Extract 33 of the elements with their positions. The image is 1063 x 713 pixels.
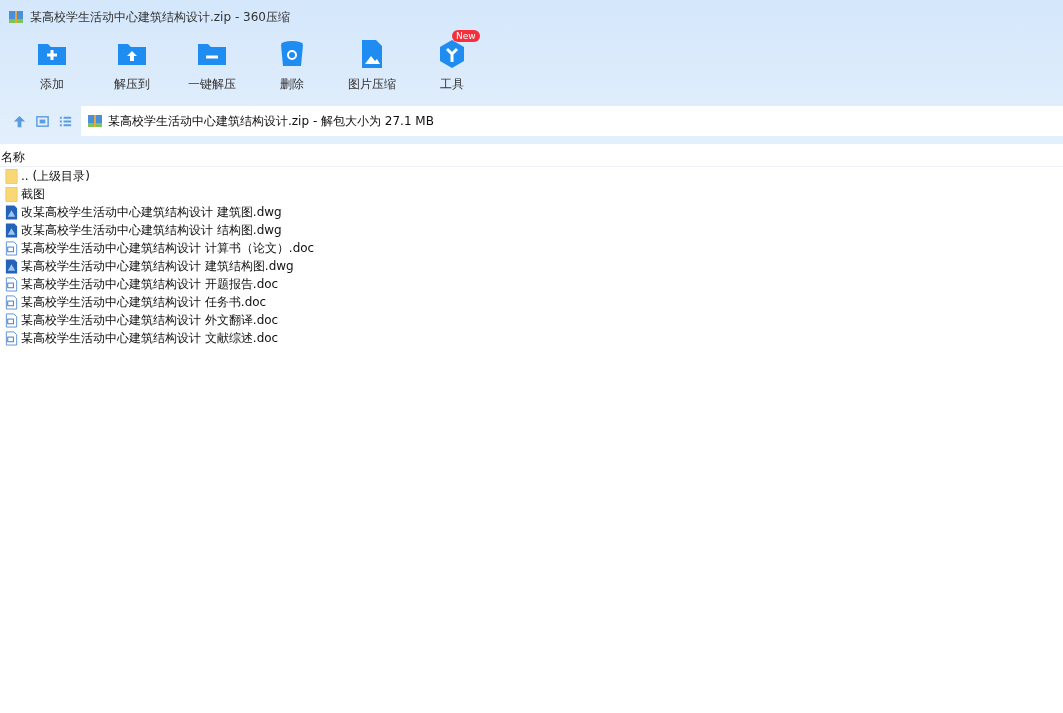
document-file-icon xyxy=(4,330,19,346)
address-field[interactable]: 某高校学生活动中心建筑结构设计.zip - 解包大小为 27.1 MB xyxy=(81,106,1063,136)
window-title: 某高校学生活动中心建筑结构设计.zip - 360压缩 xyxy=(30,8,290,26)
folder-icon xyxy=(4,186,19,202)
toolbar-button[interactable]: 删除 xyxy=(252,34,332,106)
file-name[interactable]: 某高校学生活动中心建筑结构设计 文献综述.doc xyxy=(21,329,279,347)
toolbar-button[interactable]: 添加 xyxy=(12,34,92,106)
file-name[interactable]: 改某高校学生活动中心建筑结构设计 建筑图.dwg xyxy=(21,203,282,221)
document-file-icon xyxy=(4,312,19,328)
new-badge: New xyxy=(452,30,480,42)
archive-icon xyxy=(87,113,103,129)
column-header[interactable]: 名称 xyxy=(0,148,1063,167)
toolbar-button[interactable]: 解压到 xyxy=(92,34,172,106)
file-name[interactable]: 截图 xyxy=(21,185,45,203)
file-name[interactable]: 某高校学生活动中心建筑结构设计 任务书.doc xyxy=(21,293,267,311)
file-name[interactable]: 改某高校学生活动中心建筑结构设计 结构图.dwg xyxy=(21,221,282,239)
drawing-file-icon xyxy=(4,204,19,220)
document-file-icon xyxy=(4,294,19,310)
thumbnail-view-icon[interactable] xyxy=(35,113,50,129)
file-name[interactable]: .. (上级目录) xyxy=(21,167,90,185)
file-name[interactable]: 某高校学生活动中心建筑结构设计 计算书（论文）.doc xyxy=(21,239,315,257)
toolbar-button[interactable]: 图片压缩 xyxy=(332,34,412,106)
document-file-icon xyxy=(4,240,19,256)
document-file-icon xyxy=(4,276,19,292)
toolbar-button[interactable]: 一键解压 xyxy=(172,34,252,106)
folder-icon xyxy=(4,168,19,184)
file-name[interactable]: 某高校学生活动中心建筑结构设计 外文翻译.doc xyxy=(21,311,279,329)
drawing-file-icon xyxy=(4,258,19,274)
archive-icon xyxy=(8,9,24,25)
file-name[interactable]: 某高校学生活动中心建筑结构设计 开题报告.doc xyxy=(21,275,279,293)
up-arrow-icon[interactable] xyxy=(12,113,27,129)
drawing-file-icon xyxy=(4,222,19,238)
file-name[interactable]: 某高校学生活动中心建筑结构设计 建筑结构图.dwg xyxy=(21,257,294,275)
